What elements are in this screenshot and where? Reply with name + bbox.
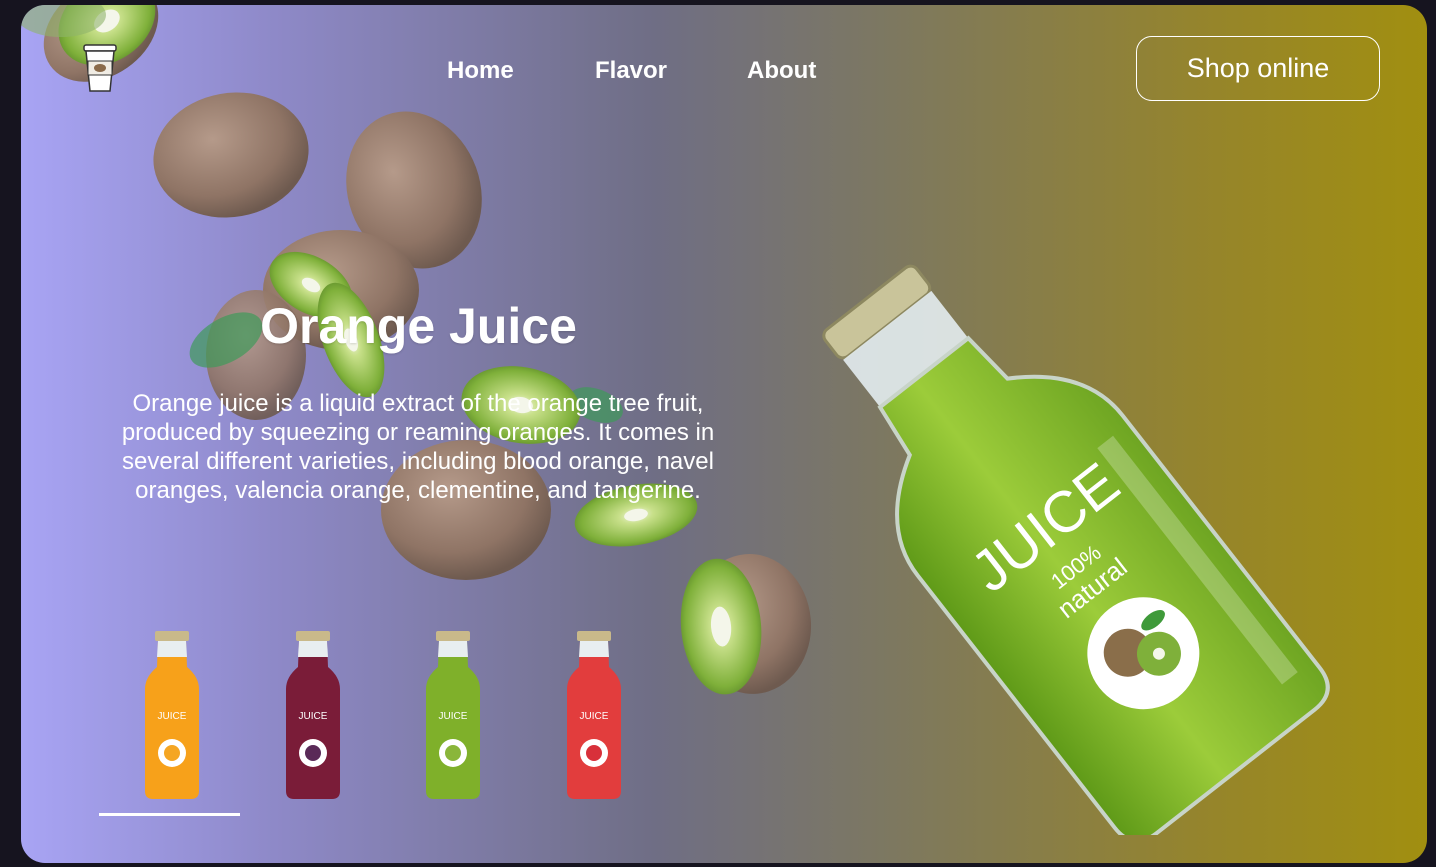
thumbnail-kiwi-juice-bottle[interactable]: JUICE xyxy=(418,627,488,802)
nav-flavor-link[interactable]: Flavor xyxy=(595,57,667,85)
nav-home-link[interactable]: Home xyxy=(447,57,514,85)
thumbnail-strawberry-juice-bottle[interactable]: JUICE xyxy=(559,627,629,802)
hero-card: Home Flavor About Shop online Orange Jui… xyxy=(21,5,1427,863)
thumbnail-orange-juice-bottle[interactable]: JUICE xyxy=(137,627,207,802)
featured-kiwi-juice-bottle: JUICE 100% natural xyxy=(822,264,1330,835)
thumbnail-plum-juice-bottle[interactable]: JUICE xyxy=(278,627,348,802)
thumb-label: JUICE xyxy=(158,711,187,722)
hero-title: Orange Juice xyxy=(260,298,577,354)
active-thumbnail-indicator xyxy=(99,813,240,816)
thumb-label: JUICE xyxy=(299,711,328,722)
nav-about-link[interactable]: About xyxy=(747,57,816,85)
shop-online-button[interactable]: Shop online xyxy=(1136,36,1380,101)
thumb-label: JUICE xyxy=(439,711,468,722)
thumb-label: JUICE xyxy=(580,711,609,722)
hero-description: Orange juice is a liquid extract of the … xyxy=(121,390,715,504)
coffee-cup-logo-icon[interactable] xyxy=(80,43,120,93)
